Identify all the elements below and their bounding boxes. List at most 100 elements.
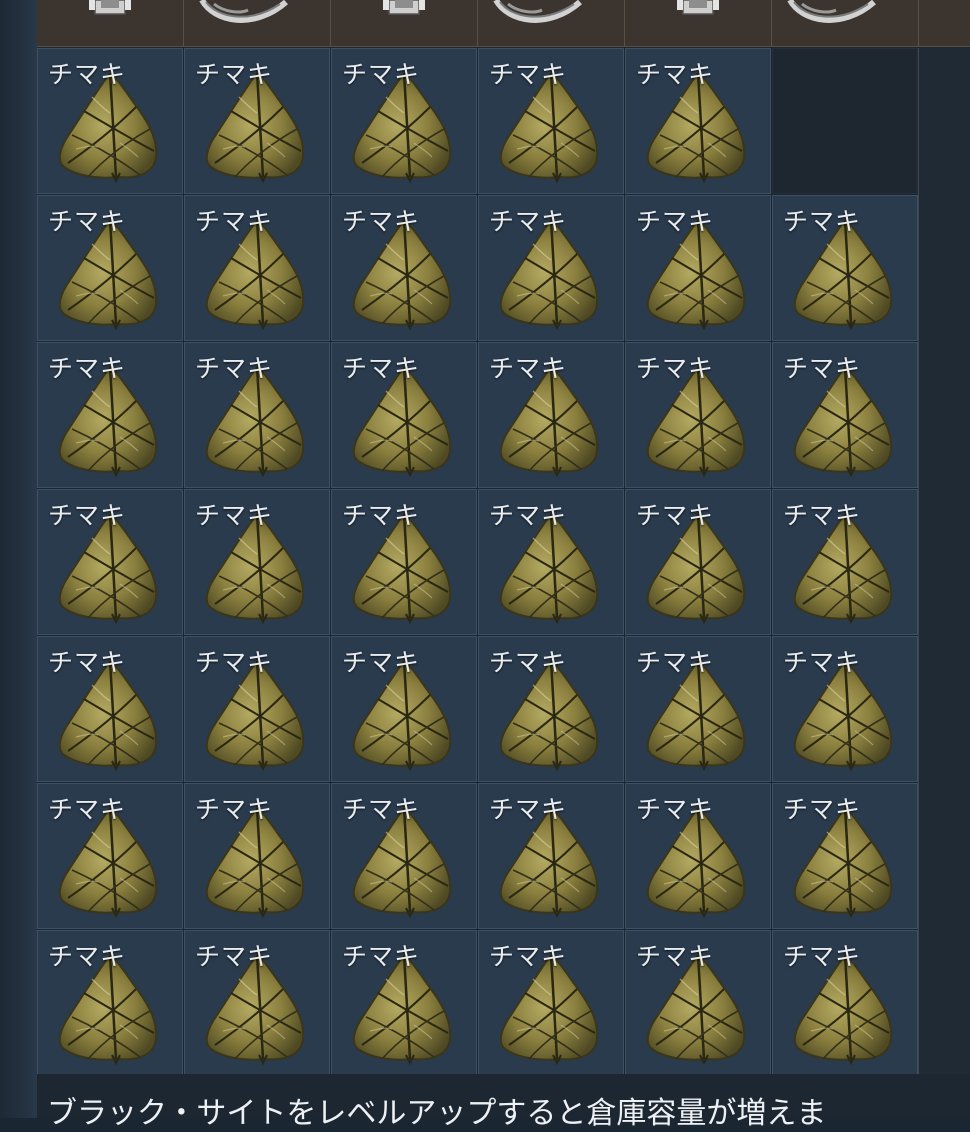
item-name-label: チマキ xyxy=(783,942,862,971)
inventory-slot-chimaki[interactable]: チマキ xyxy=(331,489,477,635)
inventory-slot-chimaki[interactable]: チマキ xyxy=(331,195,477,341)
curved-blade-icon xyxy=(199,0,288,23)
item-name-label: チマキ xyxy=(342,501,421,530)
inventory-slot-chimaki[interactable]: チマキ xyxy=(184,195,330,341)
item-name-label: チマキ xyxy=(489,648,568,677)
item-name-label: チマキ xyxy=(783,795,862,824)
item-name-label: チマキ xyxy=(636,648,715,677)
item-name-label: チマキ xyxy=(48,60,127,89)
item-name-label: チマキ xyxy=(783,501,862,530)
item-name-label: チマキ xyxy=(783,648,862,677)
inventory-slot-chimaki[interactable]: チマキ xyxy=(331,48,477,194)
item-name-label: チマキ xyxy=(489,795,568,824)
item-name-label: チマキ xyxy=(636,207,715,236)
footer-bar: ブラック・サイトをレベルアップすると倉庫容量が増えま xyxy=(37,1074,970,1131)
inventory-slot-chimaki[interactable]: チマキ xyxy=(37,342,183,488)
inventory-slot-chimaki[interactable]: チマキ xyxy=(625,48,771,194)
item-name-label: チマキ xyxy=(489,501,568,530)
inventory-slot-chimaki[interactable]: チマキ xyxy=(478,195,624,341)
inventory-slot-empty[interactable] xyxy=(772,48,918,194)
inventory-slot-chimaki[interactable]: チマキ xyxy=(478,636,624,782)
item-name-label: チマキ xyxy=(195,60,274,89)
item-name-label: チマキ xyxy=(195,354,274,383)
inventory-slot-chimaki[interactable]: チマキ xyxy=(625,489,771,635)
item-name-label: チマキ xyxy=(783,207,862,236)
top-row-cell[interactable] xyxy=(772,0,919,46)
item-name-label: チマキ xyxy=(48,648,127,677)
previous-row-strip xyxy=(37,0,970,47)
inventory-slot-chimaki[interactable]: チマキ xyxy=(331,783,477,929)
inventory-slot-chimaki[interactable]: チマキ xyxy=(184,930,330,1076)
left-panel-edge xyxy=(0,0,37,1118)
inventory-slot-chimaki[interactable]: チマキ xyxy=(625,636,771,782)
inventory-slot-chimaki[interactable]: チマキ xyxy=(772,195,918,341)
inventory-slot-chimaki[interactable]: チマキ xyxy=(625,342,771,488)
item-name-label: チマキ xyxy=(636,942,715,971)
curved-blade-icon xyxy=(787,0,876,23)
inventory-slot-chimaki[interactable]: チマキ xyxy=(478,783,624,929)
inventory-slot-chimaki[interactable]: チマキ xyxy=(37,195,183,341)
inventory-slot-chimaki[interactable]: チマキ xyxy=(37,489,183,635)
item-name-label: チマキ xyxy=(342,648,421,677)
inventory-slot-chimaki[interactable]: チマキ xyxy=(37,783,183,929)
item-name-label: チマキ xyxy=(195,648,274,677)
item-name-label: チマキ xyxy=(636,354,715,383)
right-empty-column xyxy=(918,48,970,1074)
item-name-label: チマキ xyxy=(636,795,715,824)
top-row-cell[interactable] xyxy=(184,0,331,46)
inventory-slot-chimaki[interactable]: チマキ xyxy=(625,930,771,1076)
item-name-label: チマキ xyxy=(48,207,127,236)
inventory-slot-chimaki[interactable]: チマキ xyxy=(772,783,918,929)
inventory-slot-chimaki[interactable]: チマキ xyxy=(184,783,330,929)
inventory-slot-chimaki[interactable]: チマキ xyxy=(478,342,624,488)
inventory-slot-chimaki[interactable]: チマキ xyxy=(772,342,918,488)
item-name-label: チマキ xyxy=(342,795,421,824)
item-name-label: チマキ xyxy=(489,60,568,89)
item-name-label: チマキ xyxy=(195,795,274,824)
inventory-slot-chimaki[interactable]: チマキ xyxy=(625,195,771,341)
item-name-label: チマキ xyxy=(48,501,127,530)
item-name-label: チマキ xyxy=(342,354,421,383)
top-row-cell[interactable] xyxy=(478,0,625,46)
armor-icon xyxy=(383,0,425,15)
storage-hint-text: ブラック・サイトをレベルアップすると倉庫容量が増えま xyxy=(47,1096,827,1131)
armor-icon xyxy=(89,0,131,15)
inventory-slot-chimaki[interactable]: チマキ xyxy=(184,636,330,782)
item-name-label: チマキ xyxy=(195,942,274,971)
item-name-label: チマキ xyxy=(636,60,715,89)
inventory-slot-chimaki[interactable]: チマキ xyxy=(331,342,477,488)
inventory-slot-chimaki[interactable]: チマキ xyxy=(478,930,624,1076)
inventory-slot-chimaki[interactable]: チマキ xyxy=(331,930,477,1076)
item-name-label: チマキ xyxy=(342,942,421,971)
inventory-slot-chimaki[interactable]: チマキ xyxy=(625,783,771,929)
inventory-slot-chimaki[interactable]: チマキ xyxy=(331,636,477,782)
inventory-slot-chimaki[interactable]: チマキ xyxy=(772,636,918,782)
inventory-slot-chimaki[interactable]: チマキ xyxy=(37,636,183,782)
inventory-slot-chimaki[interactable]: チマキ xyxy=(184,48,330,194)
item-name-label: チマキ xyxy=(48,354,127,383)
item-name-label: チマキ xyxy=(489,207,568,236)
inventory-slot-chimaki[interactable]: チマキ xyxy=(772,489,918,635)
armor-icon xyxy=(677,0,719,15)
item-name-label: チマキ xyxy=(48,942,127,971)
item-name-label: チマキ xyxy=(783,354,862,383)
item-name-label: チマキ xyxy=(342,207,421,236)
item-name-label: チマキ xyxy=(489,354,568,383)
item-name-label: チマキ xyxy=(195,207,274,236)
inventory-slot-chimaki[interactable]: チマキ xyxy=(37,930,183,1076)
item-name-label: チマキ xyxy=(342,60,421,89)
curved-blade-icon xyxy=(493,0,582,23)
inventory-slot-chimaki[interactable]: チマキ xyxy=(772,930,918,1076)
inventory-slot-chimaki[interactable]: チマキ xyxy=(184,489,330,635)
inventory-slot-chimaki[interactable]: チマキ xyxy=(37,48,183,194)
inventory-slot-chimaki[interactable]: チマキ xyxy=(478,489,624,635)
item-name-label: チマキ xyxy=(48,795,127,824)
item-name-label: チマキ xyxy=(195,501,274,530)
top-row-cell[interactable] xyxy=(37,0,184,46)
inventory-slot-chimaki[interactable]: チマキ xyxy=(478,48,624,194)
top-row-cell[interactable] xyxy=(625,0,772,46)
top-row-cell[interactable] xyxy=(331,0,478,46)
item-name-label: チマキ xyxy=(489,942,568,971)
inventory-slot-chimaki[interactable]: チマキ xyxy=(184,342,330,488)
item-name-label: チマキ xyxy=(636,501,715,530)
